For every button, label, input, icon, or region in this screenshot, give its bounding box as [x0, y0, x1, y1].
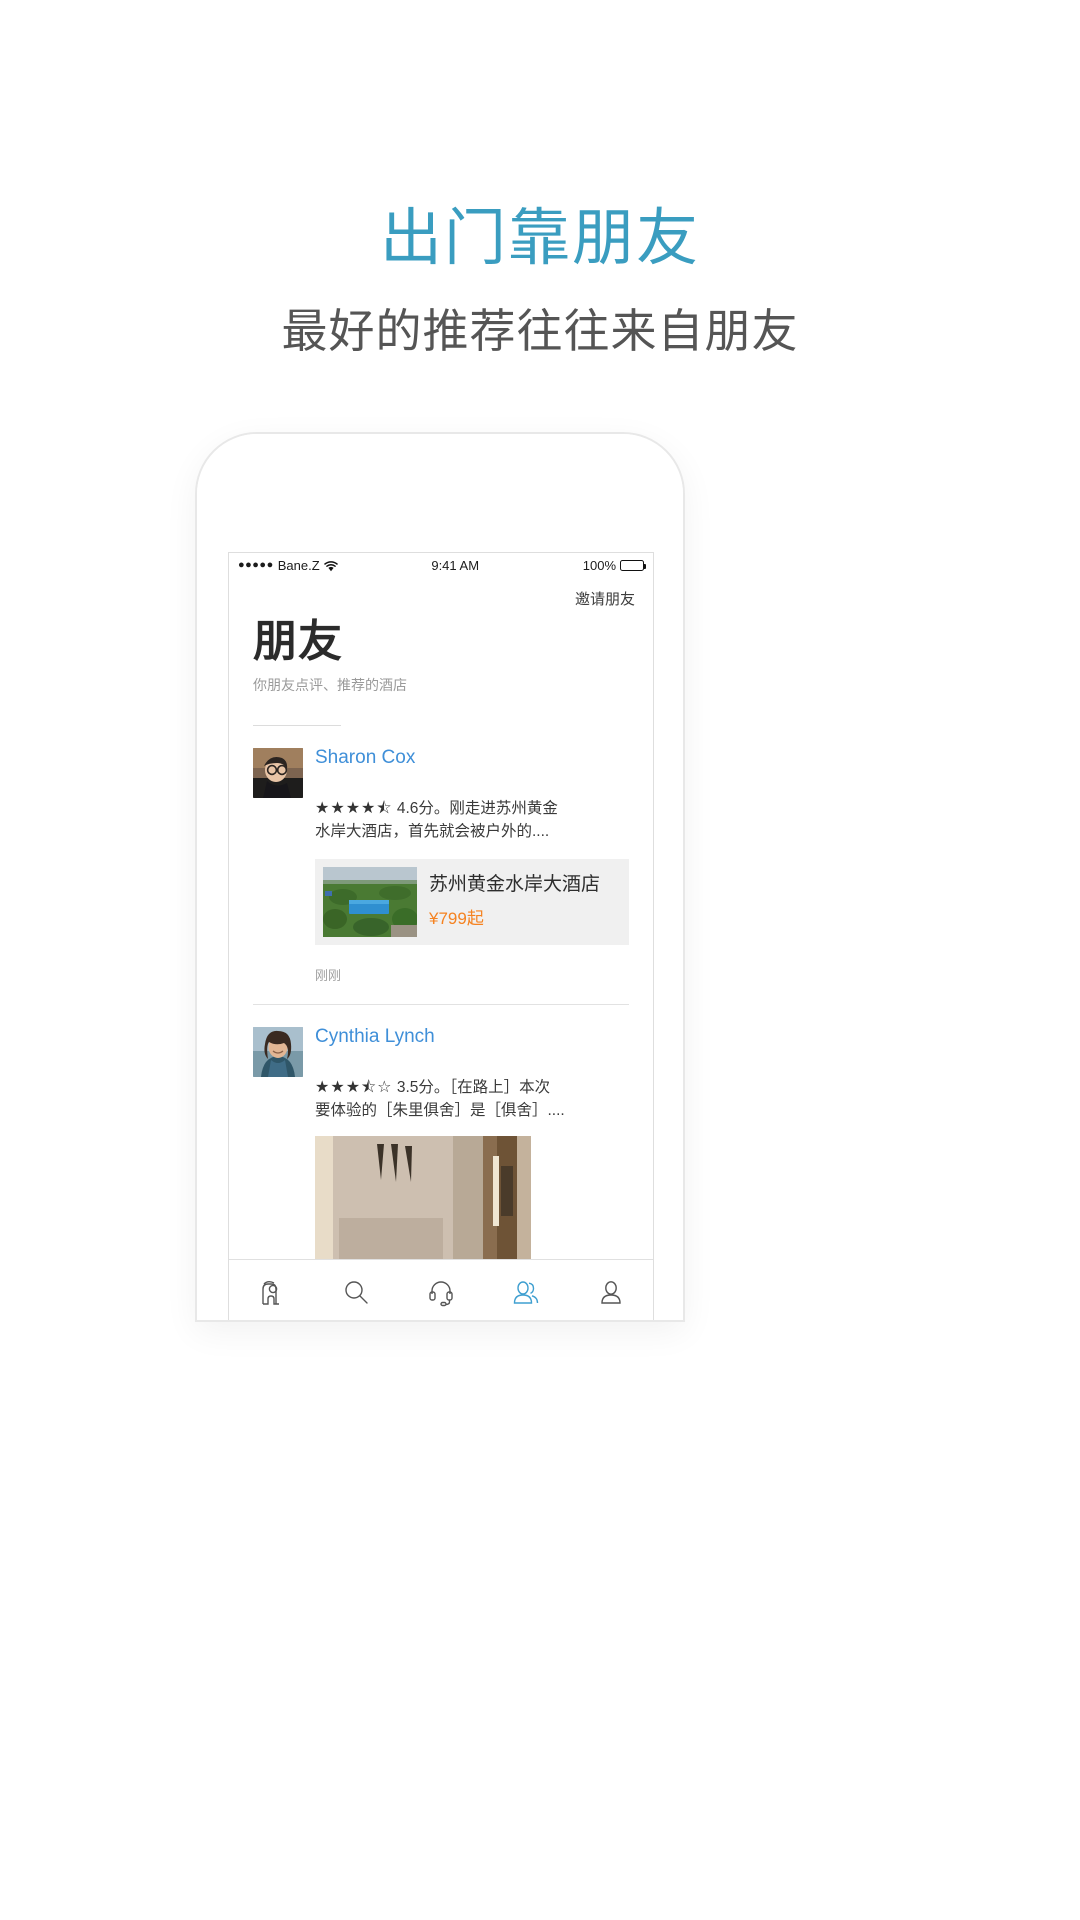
phone-bezel-top: [197, 434, 683, 552]
review-body: Sharon Cox: [315, 747, 629, 778]
phone-screen: ●●●●● Bane.Z 9:41 AM 100% 邀请朋友 朋友 你朋友点评、…: [228, 552, 654, 1320]
review-body: Cynthia Lynch: [315, 1026, 629, 1057]
review-text-line2: 要体验的［朱里俱舍］是［俱舍］....: [315, 1101, 565, 1119]
tab-profile[interactable]: [568, 1260, 653, 1320]
tab-bar: [229, 1259, 653, 1320]
tab-friends[interactable]: [483, 1260, 568, 1320]
friends-icon: [511, 1277, 541, 1307]
review-timestamp: 刚刚: [315, 967, 342, 983]
review-item[interactable]: Cynthia Lynch ★★★⯪☆ 3.5分。［在路上］本次 要体验的［朱里…: [229, 1005, 653, 1259]
hotel-name: 苏州黄金水岸大酒店: [429, 873, 601, 895]
app-content: 邀请朋友 朋友 你朋友点评、推荐的酒店 Sharon Cox ★★★★⯪ 4.6…: [229, 578, 653, 1320]
battery-percent-label: 100%: [582, 558, 616, 573]
hotel-price: ¥799起: [429, 908, 484, 928]
signal-dots-icon: ●●●●●: [238, 559, 274, 571]
review-header: Sharon Cox: [253, 747, 629, 799]
review-text: ★★★★⯪ 4.6分。刚走进苏州黄金 水岸大酒店，首先就会被户外的....: [315, 798, 629, 843]
page-subtitle: 你朋友点评、推荐的酒店: [253, 677, 407, 694]
avatar[interactable]: [253, 748, 303, 799]
phone-mockup: ●●●●● Bane.Z 9:41 AM 100% 邀请朋友 朋友 你朋友点评、…: [195, 432, 685, 1322]
wifi-icon: [323, 560, 338, 572]
star-rating-icon: ★★★★⯪: [315, 800, 393, 818]
tab-search[interactable]: [314, 1260, 399, 1320]
status-bar-left: ●●●●● Bane.Z: [238, 558, 338, 573]
invite-friends-button[interactable]: 邀请朋友: [575, 588, 635, 609]
invite-row: 邀请朋友: [229, 578, 653, 609]
carrier-label: Bane.Z: [277, 558, 320, 573]
review-photo[interactable]: [315, 1135, 531, 1259]
friends-feed-scroll[interactable]: 邀请朋友 朋友 你朋友点评、推荐的酒店 Sharon Cox ★★★★⯪ 4.6…: [229, 578, 653, 1259]
promo-title: 出门靠朋友: [379, 204, 700, 273]
hotel-info: 苏州黄金水岸大酒店 ¥799起: [425, 859, 629, 945]
headset-support-icon: [426, 1277, 456, 1307]
avatar[interactable]: [253, 1026, 303, 1077]
review-text: ★★★⯪☆ 3.5分。［在路上］本次 要体验的［朱里俱舍］是［俱舍］....: [315, 1077, 629, 1122]
status-bar-right: 100%: [582, 558, 646, 573]
review-header: Cynthia Lynch: [253, 1026, 629, 1077]
status-bar: ●●●●● Bane.Z 9:41 AM 100%: [229, 553, 653, 578]
promo-block: 出门靠朋友 最好的推荐往往来自朋友: [0, 0, 1080, 358]
hotel-bed-icon: [256, 1277, 286, 1307]
review-author-name[interactable]: Cynthia Lynch: [315, 1026, 629, 1048]
tab-hotel[interactable]: [229, 1260, 314, 1320]
hotel-card[interactable]: 苏州黄金水岸大酒店 ¥799起: [315, 858, 629, 945]
promo-subtitle: 最好的推荐往往来自朋友: [281, 305, 799, 358]
search-icon: [341, 1277, 371, 1307]
status-bar-time: 9:41 AM: [431, 558, 480, 573]
review-author-name[interactable]: Sharon Cox: [315, 747, 629, 769]
hotel-thumbnail: [323, 866, 417, 937]
battery-full-icon: [620, 560, 646, 571]
review-score-text: 3.5分。［在路上］本次: [396, 1078, 551, 1096]
review-item[interactable]: Sharon Cox ★★★★⯪ 4.6分。刚走进苏州黄金 水岸大酒店，首先就会…: [229, 726, 653, 984]
profile-person-icon: [596, 1277, 626, 1307]
tab-support[interactable]: [399, 1260, 484, 1320]
star-rating-icon: ★★★⯪☆: [315, 1078, 393, 1096]
review-score-text: 4.6分。刚走进苏州黄金: [396, 800, 558, 818]
review-text-line2: 水岸大酒店，首先就会被户外的....: [315, 822, 550, 840]
page-title: 朋友: [253, 617, 343, 666]
